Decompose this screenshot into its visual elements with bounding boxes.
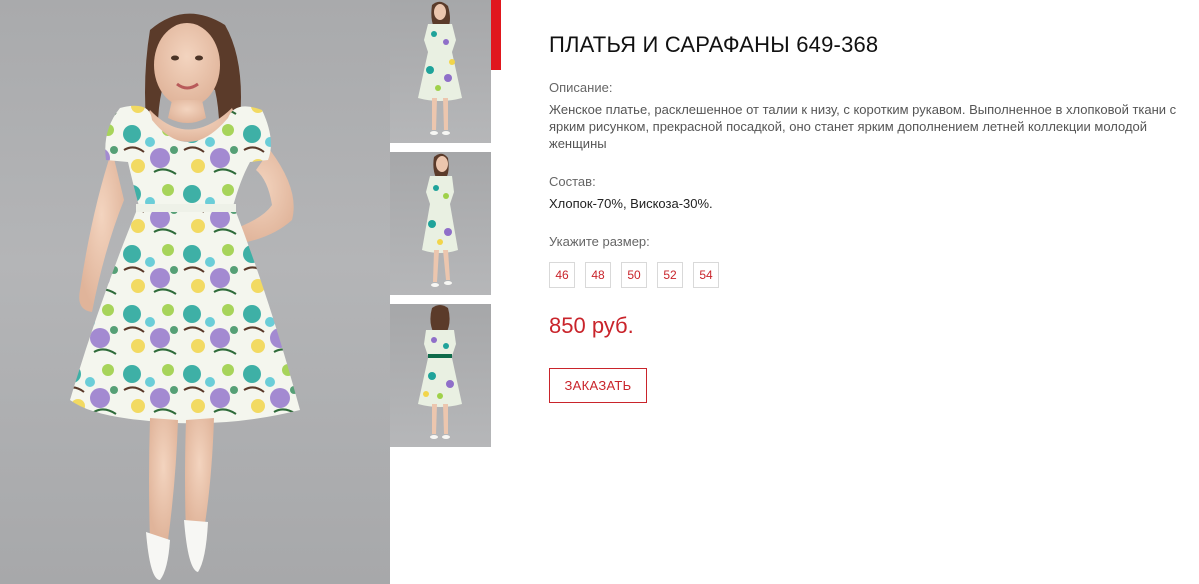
- main-product-photo[interactable]: [0, 0, 390, 584]
- product-title: ПЛАТЬЯ И САРАФАНЫ 649-368: [549, 32, 879, 57]
- product-price: 850 руб.: [549, 313, 634, 338]
- product-page: ПЛАТЬЯ И САРАФАНЫ 649-368 Описание: Женс…: [0, 0, 1199, 584]
- size-selector: 46 48 50 52 54: [549, 262, 719, 288]
- composition-label: Состав:: [549, 174, 596, 189]
- order-button[interactable]: ЗАКАЗАТЬ: [549, 368, 647, 403]
- size-option-54[interactable]: 54: [693, 262, 719, 288]
- active-thumbnail-marker: [491, 0, 501, 70]
- thumbnail-back[interactable]: [390, 304, 491, 447]
- size-option-50[interactable]: 50: [621, 262, 647, 288]
- thumbnail-gallery: [390, 0, 491, 456]
- size-option-52[interactable]: 52: [657, 262, 683, 288]
- composition-text: Хлопок-70%, Вискоза-30%.: [549, 196, 713, 211]
- size-label: Укажите размер:: [549, 234, 650, 249]
- thumbnail-front[interactable]: [390, 0, 491, 143]
- size-option-46[interactable]: 46: [549, 262, 575, 288]
- description-text: Женское платье, расклешенное от талии к …: [549, 102, 1177, 151]
- thumbnail-three-quarter[interactable]: [390, 152, 491, 295]
- description-label: Описание:: [549, 80, 613, 95]
- size-option-48[interactable]: 48: [585, 262, 611, 288]
